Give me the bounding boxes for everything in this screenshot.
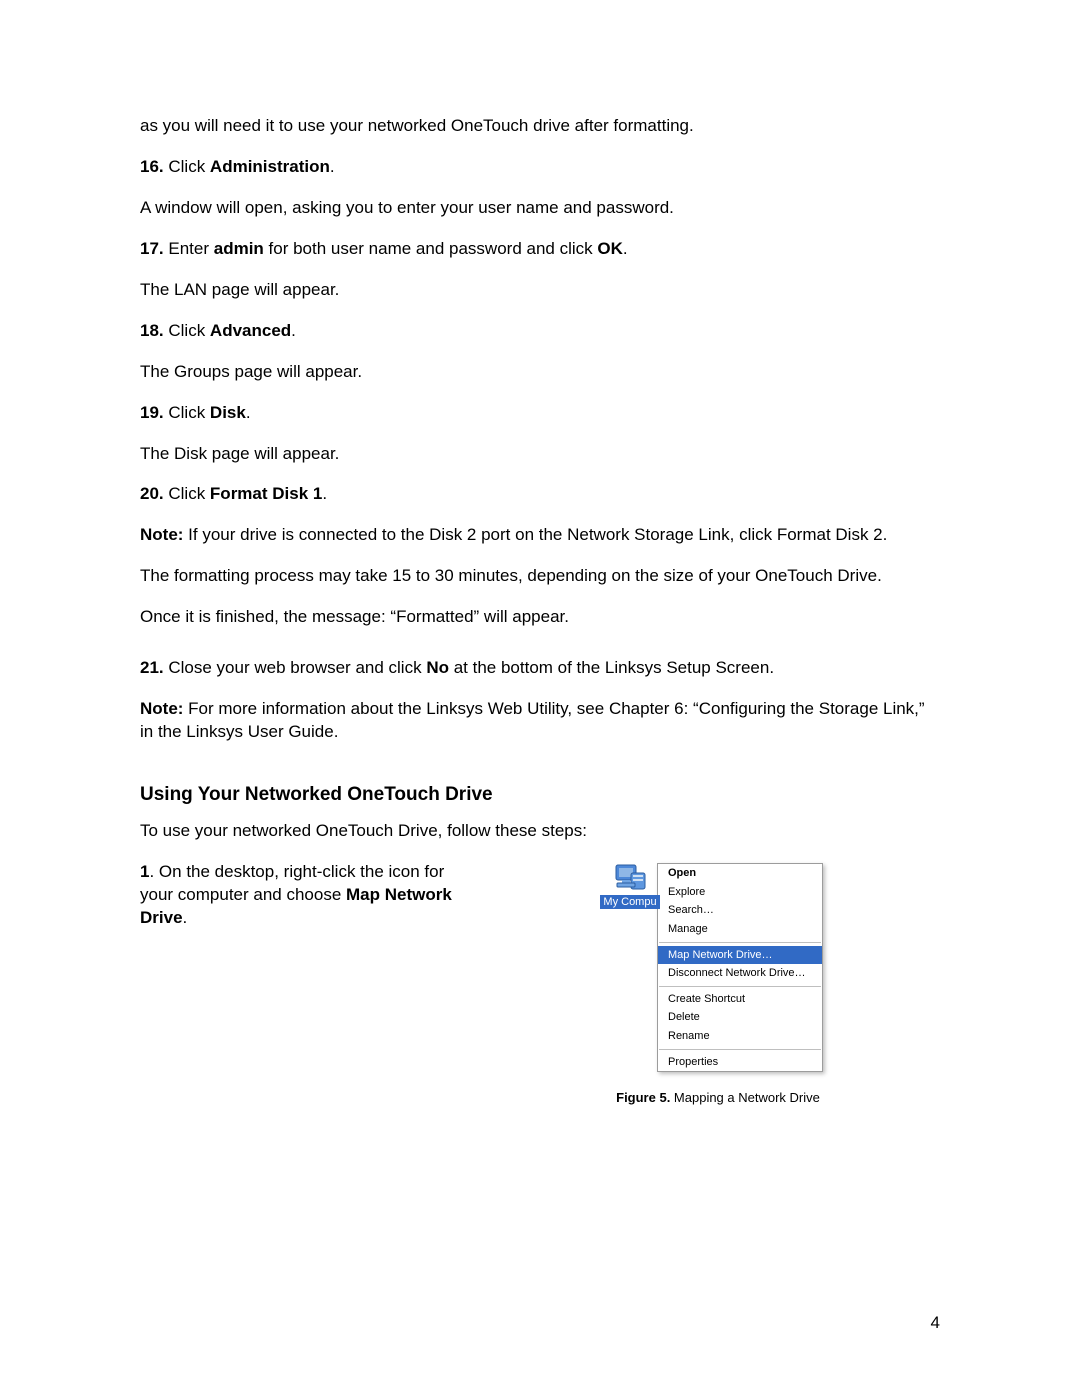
figure-5: My Compu Open Explore Search… Manage Map… [496, 861, 940, 1105]
note: Note: If your drive is connected to the … [140, 524, 940, 547]
menu-separator [659, 986, 821, 987]
ui-term: Disk [210, 403, 246, 422]
icon-label: My Compu [600, 895, 659, 909]
text: Click [164, 484, 210, 503]
step-number: 17. [140, 239, 164, 258]
ui-term: Advanced [210, 321, 291, 340]
step-16: 16. Click Administration. [140, 156, 940, 179]
menu-item-manage[interactable]: Manage [658, 920, 822, 939]
menu-item-search[interactable]: Search… [658, 901, 822, 920]
text: . [330, 157, 335, 176]
text: Click [164, 403, 210, 422]
menu-item-rename[interactable]: Rename [658, 1027, 822, 1046]
menu-item-explore[interactable]: Explore [658, 883, 822, 902]
step-number: 21. [140, 658, 164, 677]
body-text: Once it is finished, the message: “Forma… [140, 606, 940, 629]
step-number: 19. [140, 403, 164, 422]
ui-term: No [426, 658, 449, 677]
text: . [183, 908, 188, 927]
section-heading: Using Your Networked OneTouch Drive [140, 784, 940, 806]
figure-caption: Figure 5. Mapping a Network Drive [616, 1090, 820, 1105]
note: Note: For more information about the Lin… [140, 698, 940, 744]
ui-term: Administration [210, 157, 330, 176]
body-text: The Disk page will appear. [140, 443, 940, 466]
menu-item-map-network-drive[interactable]: Map Network Drive… [658, 946, 822, 965]
menu-separator [659, 942, 821, 943]
computer-icon [613, 861, 647, 893]
menu-separator [659, 1049, 821, 1050]
body-text: The formatting process may take 15 to 30… [140, 565, 940, 588]
menu-item-create-shortcut[interactable]: Create Shortcut [658, 990, 822, 1009]
text: . [291, 321, 296, 340]
text: . [322, 484, 327, 503]
ui-term: admin [214, 239, 264, 258]
figure-text: Mapping a Network Drive [670, 1090, 820, 1105]
ui-term: Format Disk 1 [210, 484, 322, 503]
text: Close your web browser and click [164, 658, 427, 677]
step-1: 1. On the desktop, right-click the icon … [140, 861, 480, 930]
step-19: 19. Click Disk. [140, 402, 940, 425]
menu-item-disconnect-network-drive[interactable]: Disconnect Network Drive… [658, 964, 822, 983]
figure-label: Figure 5. [616, 1090, 670, 1105]
ui-term: OK [597, 239, 623, 258]
body-text: as you will need it to use your networke… [140, 115, 940, 138]
text: . [246, 403, 251, 422]
menu-item-delete[interactable]: Delete [658, 1008, 822, 1027]
text: for both user name and password and clic… [264, 239, 598, 258]
text: at the bottom of the Linksys Setup Scree… [449, 658, 774, 677]
step-number: 20. [140, 484, 164, 503]
my-computer-icon: My Compu [603, 861, 657, 909]
note-text: If your drive is connected to the Disk 2… [183, 525, 887, 544]
note-label: Note: [140, 699, 183, 718]
text: Click [164, 321, 210, 340]
step-number: 18. [140, 321, 164, 340]
menu-item-properties[interactable]: Properties [658, 1053, 822, 1072]
step-18: 18. Click Advanced. [140, 320, 940, 343]
text: . [623, 239, 628, 258]
note-label: Note: [140, 525, 183, 544]
page-number: 4 [931, 1313, 940, 1333]
step-17: 17. Enter admin for both user name and p… [140, 238, 940, 261]
body-text: To use your networked OneTouch Drive, fo… [140, 820, 940, 843]
menu-item-open[interactable]: Open [658, 864, 822, 883]
step-20: 20. Click Format Disk 1. [140, 483, 940, 506]
body-text: The Groups page will appear. [140, 361, 940, 384]
body-text: The LAN page will appear. [140, 279, 940, 302]
note-text: For more information about the Linksys W… [140, 699, 925, 741]
text: Enter [164, 239, 214, 258]
context-menu: Open Explore Search… Manage Map Network … [657, 863, 823, 1072]
step-number: 16. [140, 157, 164, 176]
text: Click [164, 157, 210, 176]
step-21: 21. Close your web browser and click No … [140, 657, 940, 680]
body-text: A window will open, asking you to enter … [140, 197, 940, 220]
